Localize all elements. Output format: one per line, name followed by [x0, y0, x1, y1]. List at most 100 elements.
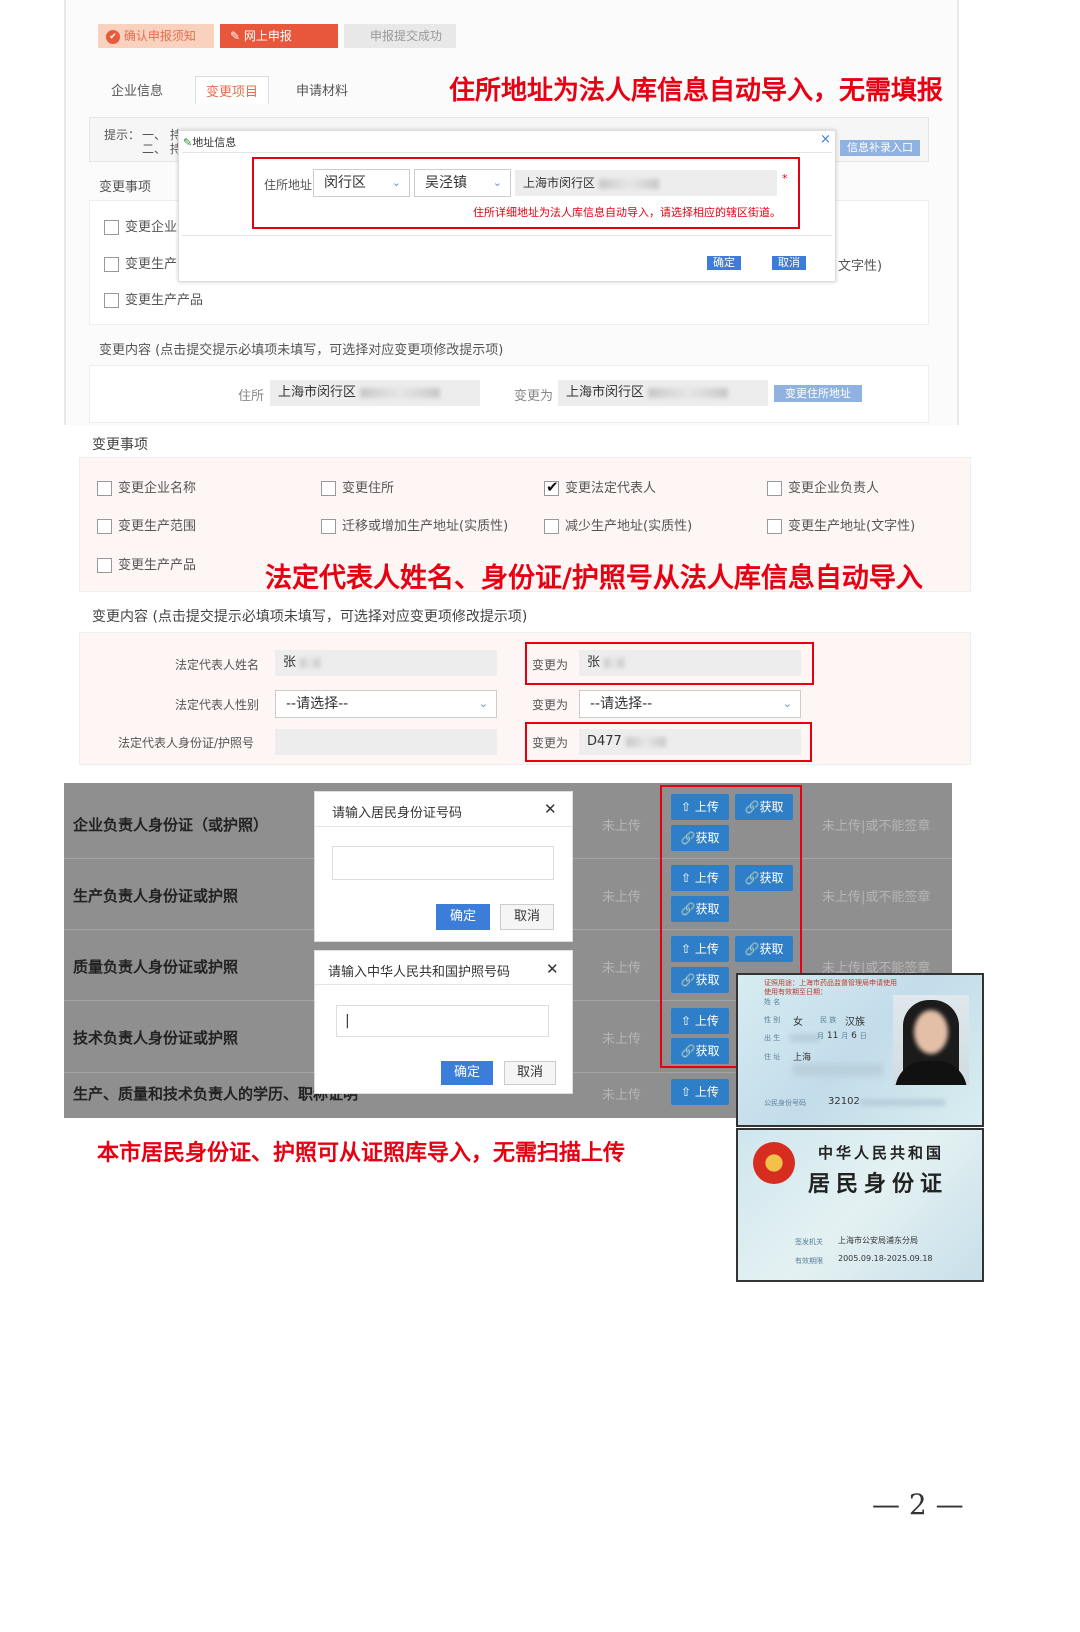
item-move-add-address[interactable]: 迁移或增加生产地址(实质性) — [321, 515, 508, 534]
new-gender-select[interactable]: --请选择-- ⌄ — [579, 690, 801, 718]
item-change-products[interactable]: 变更生产产品 — [97, 554, 196, 573]
id-dialog-title: 请输入居民身份证号码 — [332, 806, 463, 821]
id-back-title-2: 居民身份证 — [808, 1171, 949, 1197]
id-address-label: 住 址 — [764, 1053, 781, 1061]
upper-content-title: 变更内容 (点击提交提示必填项未填写，可选择对应变更项修改提示项) — [99, 343, 504, 358]
checkbox[interactable] — [767, 481, 782, 496]
row-label-enterprise-head: 企业负责人身份证（或护照） — [73, 816, 269, 834]
id-address: 上海 — [793, 1053, 812, 1063]
checkbox-checked[interactable] — [544, 478, 559, 496]
id-number-label: 公民身份号码 — [764, 1099, 806, 1107]
checkbox[interactable] — [97, 519, 112, 534]
legal-rep-gender-label: 法定代表人性别 — [175, 698, 260, 712]
id-card-validity: 使用有效期至日期： — [764, 988, 827, 996]
id-dialog-divider — [315, 826, 572, 827]
name-highlight-box — [525, 642, 814, 685]
id-expiry-label: 有效期限 — [795, 1257, 823, 1265]
address-current-field: 上海市闵行区 — [270, 380, 480, 406]
checkbox[interactable] — [767, 519, 782, 534]
upper-item-1[interactable]: 变更企业 — [104, 216, 177, 235]
id-address-blur — [793, 1064, 883, 1076]
national-emblem-icon — [753, 1142, 795, 1184]
id-gender: 女 — [793, 1017, 803, 1028]
item-reduce-address[interactable]: 减少生产地址(实质性) — [544, 515, 692, 534]
tab-change-items[interactable]: 变更项目 — [195, 76, 270, 104]
change-address-button[interactable]: 变更住所地址 — [774, 385, 862, 402]
close-icon[interactable]: ✕ — [544, 800, 557, 818]
passport-number-input[interactable]: | — [336, 1005, 549, 1037]
sign-status: 未上传|或不能签章 — [822, 819, 931, 834]
upper-item-right-fragment: 文字性) — [838, 259, 883, 274]
legal-rep-id-label: 法定代表人身份证/护照号 — [118, 736, 255, 750]
step-online[interactable]: ✎ 网上申报 — [220, 24, 338, 48]
item-change-enterprise-head[interactable]: 变更企业负责人 — [767, 477, 879, 496]
passport-cancel-button[interactable]: 取消 — [504, 1061, 556, 1085]
upload-button[interactable]: ⇧ 上传 — [671, 1079, 729, 1105]
tab-company-info[interactable]: 企业信息 — [111, 80, 163, 99]
step-success[interactable]: 申报提交成功 — [344, 24, 456, 48]
content-section-title: 变更内容 (点击提交提示必填项未填写，可选择对应变更项修改提示项) — [92, 609, 528, 625]
id-gender-label: 性 别 — [764, 1016, 781, 1024]
id-birth-date: 月 11 月 6 日 — [817, 1031, 867, 1041]
hint-label: 提示： — [104, 128, 141, 142]
address-cancel-button[interactable]: 取消 — [772, 256, 806, 270]
address-auto-note: 住所地址为法人库信息自动导入，无需填报 — [449, 76, 944, 106]
items-section-title: 变更事项 — [92, 437, 148, 453]
checkbox[interactable] — [104, 257, 119, 272]
close-icon[interactable]: ✕ — [546, 960, 559, 978]
item-change-legal-rep[interactable]: 变更法定代表人 — [544, 477, 656, 496]
checkbox[interactable] — [321, 481, 336, 496]
id-cancel-button[interactable]: 取消 — [500, 904, 554, 930]
pencil-icon: ✎ — [230, 29, 241, 43]
upper-item-2[interactable]: 变更生产 — [104, 253, 177, 272]
tab-materials[interactable]: 申请材料 — [296, 80, 348, 99]
id-ethnicity: 汉族 — [845, 1017, 865, 1028]
checkbox[interactable] — [544, 519, 559, 534]
passport-dialog-divider — [315, 984, 572, 985]
passport-confirm-button[interactable]: 确定 — [441, 1061, 493, 1085]
chevron-down-icon: ⌄ — [782, 697, 792, 710]
hint-line-2: 二、 持 — [142, 142, 182, 156]
id-authority: 上海市公安局浦东分局 — [838, 1236, 918, 1245]
checkbox[interactable] — [97, 558, 112, 573]
upload-status: 未上传 — [602, 890, 642, 905]
address-dialog-header: ✎地址信息 — [183, 136, 237, 149]
row-label-tech-head: 技术负责人身份证或护照 — [73, 1029, 239, 1047]
id-number-input[interactable] — [332, 846, 554, 880]
id-photo — [893, 995, 969, 1085]
check-icon: ✔ — [106, 29, 120, 44]
address-dialog-close[interactable]: × — [820, 132, 831, 147]
pencil-icon: ✎ — [183, 136, 193, 149]
upper-item-3[interactable]: 变更生产产品 — [104, 289, 203, 308]
id-ethnicity-label: 民 族 — [820, 1016, 837, 1024]
id-confirm-button[interactable]: 确定 — [436, 904, 490, 930]
upload-icon: ⇧ — [681, 1085, 695, 1099]
address-confirm-button[interactable]: 确定 — [707, 256, 741, 270]
item-change-company-name[interactable]: 变更企业名称 — [97, 477, 196, 496]
step-confirm[interactable]: ✔ 确认申报须知 — [98, 24, 214, 48]
item-change-production-scope[interactable]: 变更生产范围 — [97, 515, 196, 534]
checkbox[interactable] — [104, 220, 119, 235]
text-cursor: | — [345, 1013, 350, 1029]
item-change-address-text[interactable]: 变更生产地址(文字性) — [767, 515, 915, 534]
upload-status: 未上传 — [602, 1088, 642, 1103]
page-number: — 2 — — [872, 1488, 964, 1521]
chevron-down-icon: ⌄ — [478, 697, 488, 710]
supplement-entry-button[interactable]: 信息补录入口 — [840, 140, 920, 156]
row-label-quality-head: 质量负责人身份证或护照 — [73, 958, 239, 976]
id-number-blur — [860, 1099, 945, 1106]
upper-items-title: 变更事项 — [99, 180, 152, 195]
id-number: 32102 — [828, 1096, 860, 1107]
checkbox[interactable] — [104, 293, 119, 308]
id-birth-blur — [790, 1034, 820, 1042]
legal-rep-id-field — [275, 729, 497, 755]
id-expiry: 2005.09.18-2025.09.18 — [838, 1254, 933, 1263]
checkbox[interactable] — [97, 481, 112, 496]
legal-rep-gender-select[interactable]: --请选择-- ⌄ — [275, 690, 497, 718]
item-change-residence[interactable]: 变更住所 — [321, 477, 394, 496]
legal-rep-name-field: 张 — [275, 650, 497, 676]
checkbox[interactable] — [321, 519, 336, 534]
change-to-label: 变更为 — [514, 389, 554, 404]
upload-status: 未上传 — [602, 819, 642, 834]
id-back-title-1: 中华人民共和国 — [818, 1144, 945, 1162]
